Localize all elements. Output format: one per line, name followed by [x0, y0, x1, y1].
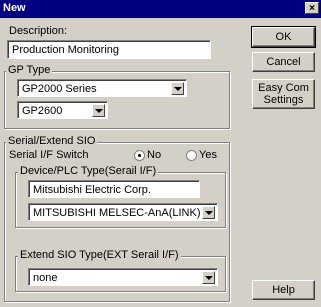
- gp-type-legend: GP Type: [6, 64, 53, 77]
- chevron-down-icon[interactable]: [92, 104, 105, 117]
- description-field[interactable]: Production Monitoring: [7, 40, 211, 59]
- ok-button[interactable]: OK: [251, 26, 316, 48]
- chevron-down-icon[interactable]: [202, 206, 215, 219]
- serial-extend-legend: Serial/Extend SIO: [6, 135, 98, 148]
- title-bar: New ×: [0, 0, 321, 18]
- gp-model-value: GP2600: [22, 105, 63, 117]
- device-model-value: MITSUBISHI MELSEC-AnA(LINK): [33, 207, 201, 219]
- device-maker-field[interactable]: Mitsubishi Electric Corp.: [28, 180, 200, 198]
- extend-sio-dropdown[interactable]: none: [28, 268, 218, 286]
- chevron-down-icon[interactable]: [171, 82, 184, 95]
- gp-series-value: GP2000 Series: [22, 83, 97, 95]
- radio-no[interactable]: [134, 150, 145, 161]
- window-title: New: [3, 2, 26, 14]
- extend-sio-legend: Extend SIO Type(EXT Serail I/F): [18, 249, 181, 262]
- radio-yes-label: Yes: [199, 149, 217, 161]
- chevron-down-icon[interactable]: [202, 271, 215, 284]
- gp-series-dropdown[interactable]: GP2000 Series: [17, 79, 187, 97]
- radio-no-label: No: [147, 149, 162, 161]
- extend-sio-value: none: [33, 272, 58, 284]
- easy-com-settings-button[interactable]: Easy Com Settings: [252, 79, 315, 109]
- serial-switch-label: Serial I/F Switch: [9, 149, 89, 161]
- device-plc-legend: Device/PLC Type(Serail I/F): [18, 165, 159, 178]
- device-model-dropdown[interactable]: MITSUBISHI MELSEC-AnA(LINK): [28, 203, 218, 221]
- gp-model-dropdown[interactable]: GP2600: [17, 101, 108, 119]
- close-icon: ×: [309, 3, 315, 14]
- cancel-button[interactable]: Cancel: [252, 52, 315, 72]
- description-label: Description:: [9, 25, 68, 37]
- radio-yes[interactable]: [186, 150, 197, 161]
- close-button[interactable]: ×: [305, 2, 319, 14]
- help-button[interactable]: Help: [252, 280, 315, 300]
